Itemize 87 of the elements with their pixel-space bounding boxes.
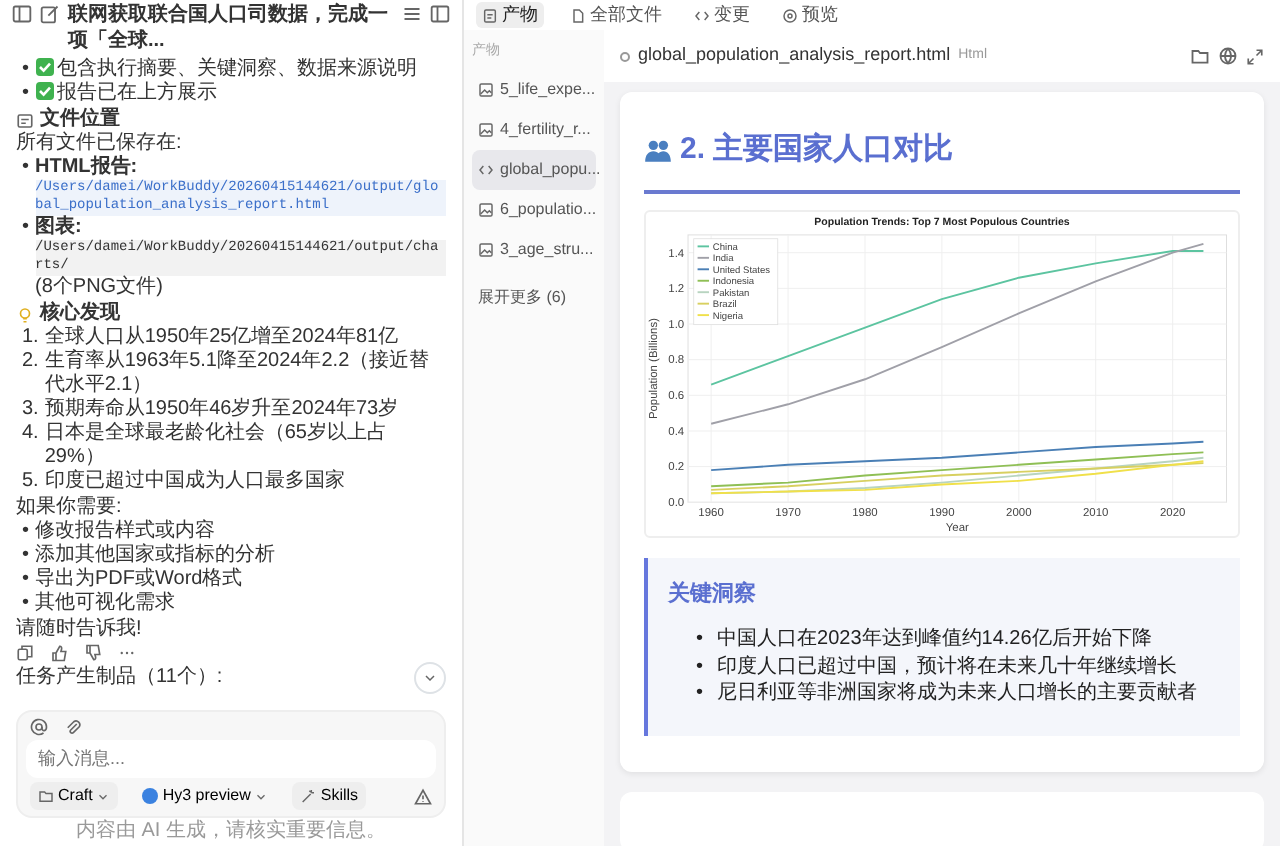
bullet: • [22, 544, 30, 569]
message-field[interactable]: 输入消息... [26, 739, 436, 778]
code-icon [478, 161, 494, 177]
finding-item: 预期寿命从1950年46岁升至2024年73岁 [44, 398, 399, 421]
file-name: global_population_analysis_report.html [638, 42, 951, 69]
artifact-icon [482, 7, 498, 23]
checklist-text: 包含执行摘要、关键洞察、数据来源说明 [57, 58, 418, 80]
list-number: 3. [22, 398, 39, 423]
status-dot [620, 51, 630, 61]
followup-item: 修改报告样式或内容 [35, 520, 216, 543]
mode-dropdown[interactable]: Craft [30, 782, 119, 810]
file-label: HTML报告: [35, 156, 138, 178]
bullet: • [22, 592, 30, 617]
section-title: 2. 主要国家人口对比 [680, 129, 954, 170]
insight-item: 尼日利亚等非洲国家将成为未来人口增长的主要贡献者 [717, 682, 1198, 705]
chat-title: 联网获取联合国人口司数据，完成一项「全球... [68, 4, 390, 54]
followup-item: 导出为PDF或Word格式 [35, 568, 243, 591]
tab[interactable]: 产物 [476, 2, 544, 28]
lightbulb-icon [16, 305, 34, 324]
folder-icon[interactable] [1190, 46, 1210, 66]
insight-item: 中国人口在2023年达到峰值约14.26亿后开始下降 [717, 628, 1152, 651]
file-item[interactable]: global_popu... [472, 149, 596, 189]
thumbs-down-icon[interactable] [84, 644, 102, 663]
thumbs-up-icon[interactable] [50, 644, 68, 663]
attach-icon[interactable] [64, 717, 82, 735]
list-number: 1. [22, 326, 39, 351]
list-number: 2. [22, 350, 39, 377]
people-icon [644, 136, 672, 165]
menu-icon[interactable] [402, 4, 422, 24]
artifacts-count: 任务产生制品（11个）: [16, 666, 223, 691]
sidebar-toggle-icon[interactable] [12, 4, 32, 24]
closing-text: 请随时告诉我! [16, 618, 144, 643]
bullet: • [22, 58, 30, 82]
file-item[interactable]: 3_age_stru... [472, 229, 596, 269]
finding-item: 生育率从1963年5.1降至2024年2.2（接近替代水平2.1） [44, 350, 432, 397]
edit-icon[interactable] [40, 4, 60, 24]
model-dropdown[interactable]: Hy3 preview [134, 782, 277, 810]
tab[interactable]: 预览 [776, 2, 844, 28]
file-note: (8个PNG文件) [35, 276, 163, 299]
warning-icon[interactable] [414, 787, 432, 805]
section-heading: 核心发现 [40, 302, 120, 325]
caret-icon [96, 789, 111, 803]
intro-text: 所有文件已保存在: [16, 132, 184, 155]
wand-icon [300, 788, 317, 804]
bullet: • [22, 520, 30, 545]
file-label: 图表: [35, 216, 82, 239]
show-more-link[interactable]: 展开更多 (6) [472, 277, 596, 317]
bullet: • [22, 216, 30, 243]
file-icon [570, 7, 586, 23]
bullet: • [22, 82, 30, 106]
finding-item: 日本是全球最老龄化社会（65岁以上占29%） [44, 422, 389, 469]
folder-icon [38, 788, 54, 804]
list-number: 5. [22, 470, 39, 495]
insight-heading: 关键洞察 [668, 579, 758, 610]
finding-item: 印度已超过中国成为人口最多国家 [44, 470, 345, 495]
copy-icon[interactable] [16, 644, 34, 663]
image-icon [478, 81, 494, 97]
followup-item: 添加其他国家或指标的分析 [35, 544, 276, 567]
bullet: • [696, 653, 704, 681]
file-item[interactable]: 6_populatio... [472, 189, 596, 229]
file-item[interactable]: 4_fertility_r... [472, 109, 596, 149]
intro-text: 如果你需要: [16, 496, 124, 519]
section-heading: 文件位置 [40, 108, 120, 131]
caret-icon [254, 789, 269, 803]
bullet: • [696, 680, 704, 708]
disclaimer: 内容由 AI 生成，请核实重要信息。 [73, 818, 388, 846]
document-icon [16, 111, 34, 129]
preview-icon [782, 7, 798, 23]
bullet: • [22, 568, 30, 593]
finding-item: 全球人口从1950年25亿增至2024年81亿 [44, 326, 399, 349]
panel-icon[interactable] [430, 4, 450, 24]
insight-item: 印度人口已超过中国，预计将在未来几十年继续增长 [717, 655, 1178, 678]
bullet: • [22, 156, 30, 182]
tab[interactable]: 全部文件 [564, 2, 668, 28]
expand-icon[interactable] [1246, 47, 1264, 65]
tab[interactable]: 变更 [688, 2, 756, 28]
bullet: • [696, 626, 704, 654]
skills-button[interactable]: Skills [292, 782, 367, 810]
chevron-down-icon [422, 670, 438, 687]
checklist-text: 报告已在上方展示 [57, 82, 218, 104]
file-item[interactable]: 5_life_expe... [472, 69, 596, 109]
list-number: 4. [22, 422, 39, 449]
image-icon [478, 201, 494, 217]
image-icon [478, 121, 494, 137]
image-icon [478, 241, 494, 257]
code-icon [694, 7, 710, 23]
followup-item: 其他可视化需求 [35, 592, 176, 615]
